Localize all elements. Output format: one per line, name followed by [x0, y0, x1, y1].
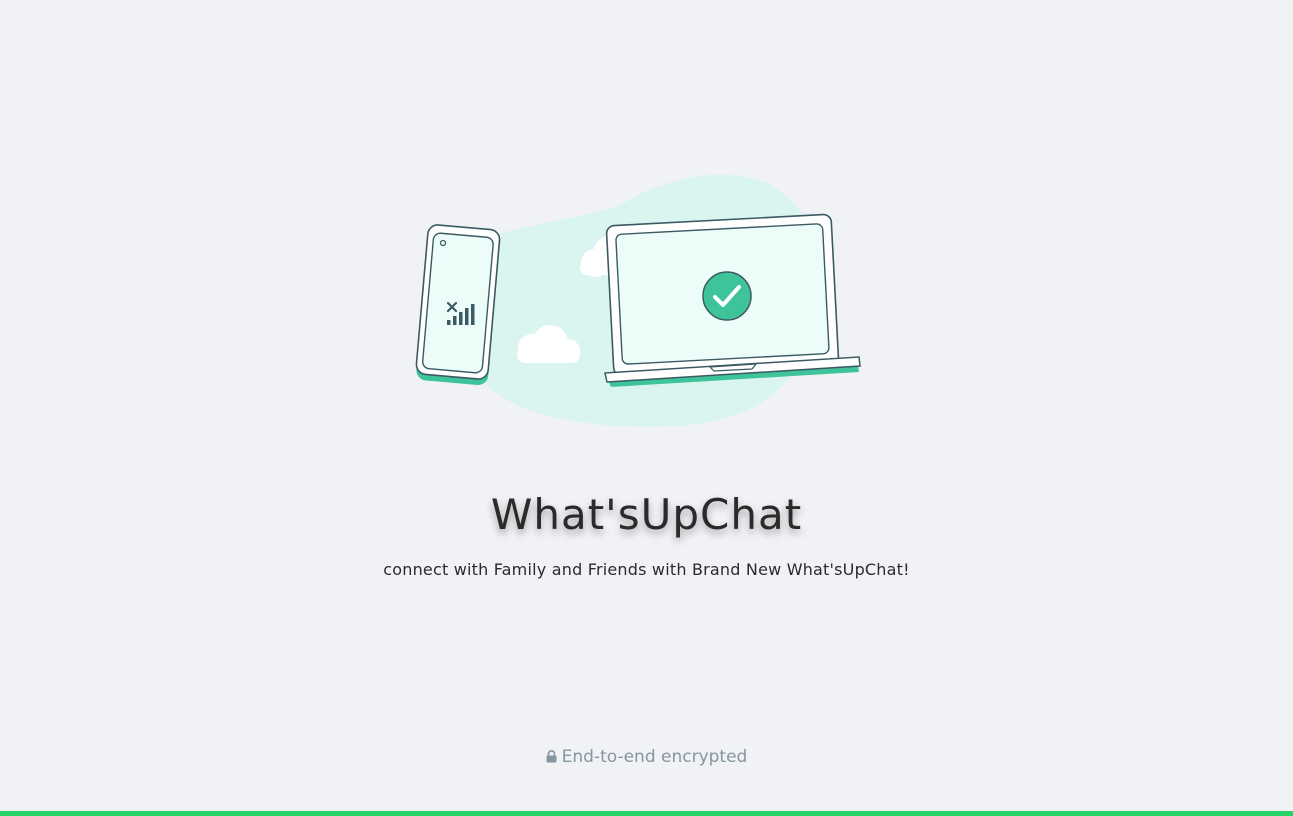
encryption-label: End-to-end encrypted: [561, 747, 748, 767]
accent-bar: [0, 811, 1293, 816]
laptop-check-icon: [604, 213, 861, 387]
app-subtitle: connect with Family and Friends with Bra…: [383, 560, 910, 579]
devices-illustration: [415, 174, 861, 427]
lock-icon: [546, 748, 557, 768]
phone-no-signal-icon: [415, 224, 501, 386]
intro-panel: What'sUpChat connect with Family and Fri…: [0, 0, 1293, 816]
encryption-notice: End-to-end encrypted: [0, 747, 1293, 768]
app-title: What'sUpChat: [490, 490, 803, 539]
